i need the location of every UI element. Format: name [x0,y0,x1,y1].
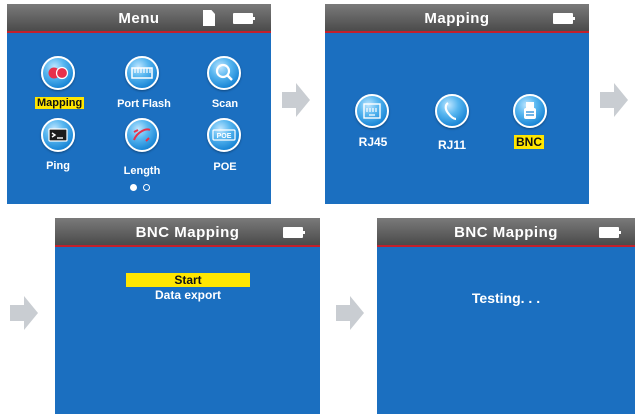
connector-bnc[interactable]: BNC [514,135,544,149]
title-bar: Mapping [325,4,589,33]
bnc-mapping-testing-screen: BNC Mapping Testing. . . [377,218,635,414]
testing-status: Testing. . . [471,290,541,306]
title-bar: BNC Mapping [55,218,320,247]
menu-item-port-flash[interactable]: Port Flash [102,98,186,110]
screen-title: BNC Mapping [135,224,240,241]
menu-item-length[interactable]: Length [117,165,167,177]
battery-icon [283,227,305,238]
rj45-icon[interactable] [355,94,389,128]
scan-icon[interactable] [207,56,241,90]
mapping-screen: Mapping RJ45 RJ11 BNC [325,4,589,204]
length-icon[interactable] [125,118,159,152]
data-export-option[interactable]: Data export [126,288,250,302]
battery-icon [553,13,575,24]
flow-arrow-icon [600,83,628,117]
screen-title: BNC Mapping [454,224,558,241]
title-bar: Menu [7,4,271,33]
connector-rj45[interactable]: RJ45 [345,135,401,149]
bnc-mapping-menu-screen: BNC Mapping Start Data export [55,218,320,414]
menu-item-mapping[interactable]: Mapping [35,97,85,109]
sd-card-icon [203,10,215,26]
connector-rj11[interactable]: RJ11 [424,138,480,152]
rj11-icon[interactable] [435,94,469,128]
mapping-icon[interactable] [41,56,75,90]
flow-arrow-icon [282,83,310,117]
menu-item-ping[interactable]: Ping [33,160,83,172]
battery-icon [233,13,255,24]
title-bar: BNC Mapping [377,218,635,247]
screen-title: Menu [118,10,160,27]
flow-arrow-icon [10,296,38,330]
screen-title: Mapping [424,10,490,27]
bnc-icon[interactable] [513,94,547,128]
battery-icon [599,227,621,238]
page-dot-active [130,184,137,191]
svg-text:POE: POE [217,133,232,140]
port-flash-icon[interactable] [125,56,159,90]
menu-item-scan[interactable]: Scan [200,98,250,110]
page-dot [143,184,150,191]
start-option[interactable]: Start [126,273,250,287]
poe-icon[interactable]: POE [207,118,241,152]
menu-screen: Menu Mapping Port Flash Scan Ping Length… [7,4,271,204]
flow-arrow-icon [336,296,364,330]
ping-icon[interactable] [41,118,75,152]
menu-item-poe[interactable]: POE [200,161,250,173]
